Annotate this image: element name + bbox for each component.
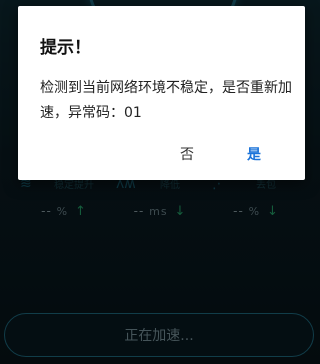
alert-dialog: 提示！ 检测到当前网络环境不稳定，是否重新加速，异常码：01 否 是	[18, 6, 305, 180]
yes-button[interactable]: 是	[247, 144, 261, 164]
dialog-title: 提示！	[40, 38, 91, 58]
no-button[interactable]: 否	[180, 144, 194, 164]
dialog-message: 检测到当前网络环境不稳定，是否重新加速，异常码：01	[40, 80, 292, 121]
